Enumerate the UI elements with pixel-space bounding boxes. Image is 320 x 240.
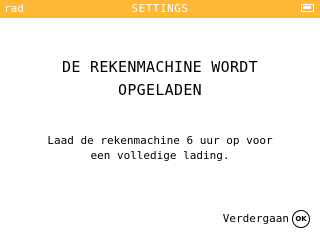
message-line-1: Laad de rekenmachine 6 uur op voor <box>47 134 273 147</box>
charging-message: Laad de rekenmachine 6 uur op voor een v… <box>0 133 320 163</box>
status-bar: rad SETTINGS <box>0 0 320 18</box>
message-line-2: een volledige lading. <box>90 149 230 162</box>
status-title: SETTINGS <box>131 2 189 15</box>
continue-label: Verdergaan <box>222 212 289 225</box>
heading-line-2: OPGELADEN <box>118 81 202 99</box>
battery-full-icon <box>301 4 314 12</box>
heading-line-1: DE REKENMACHINE WORDT <box>62 58 258 76</box>
ok-key-icon[interactable]: OK <box>292 210 310 228</box>
charging-heading: DE REKENMACHINE WORDT OPGELADEN <box>0 56 320 102</box>
continue-button[interactable]: Verdergaan OK <box>223 208 310 230</box>
battery-level-fill <box>303 6 311 9</box>
